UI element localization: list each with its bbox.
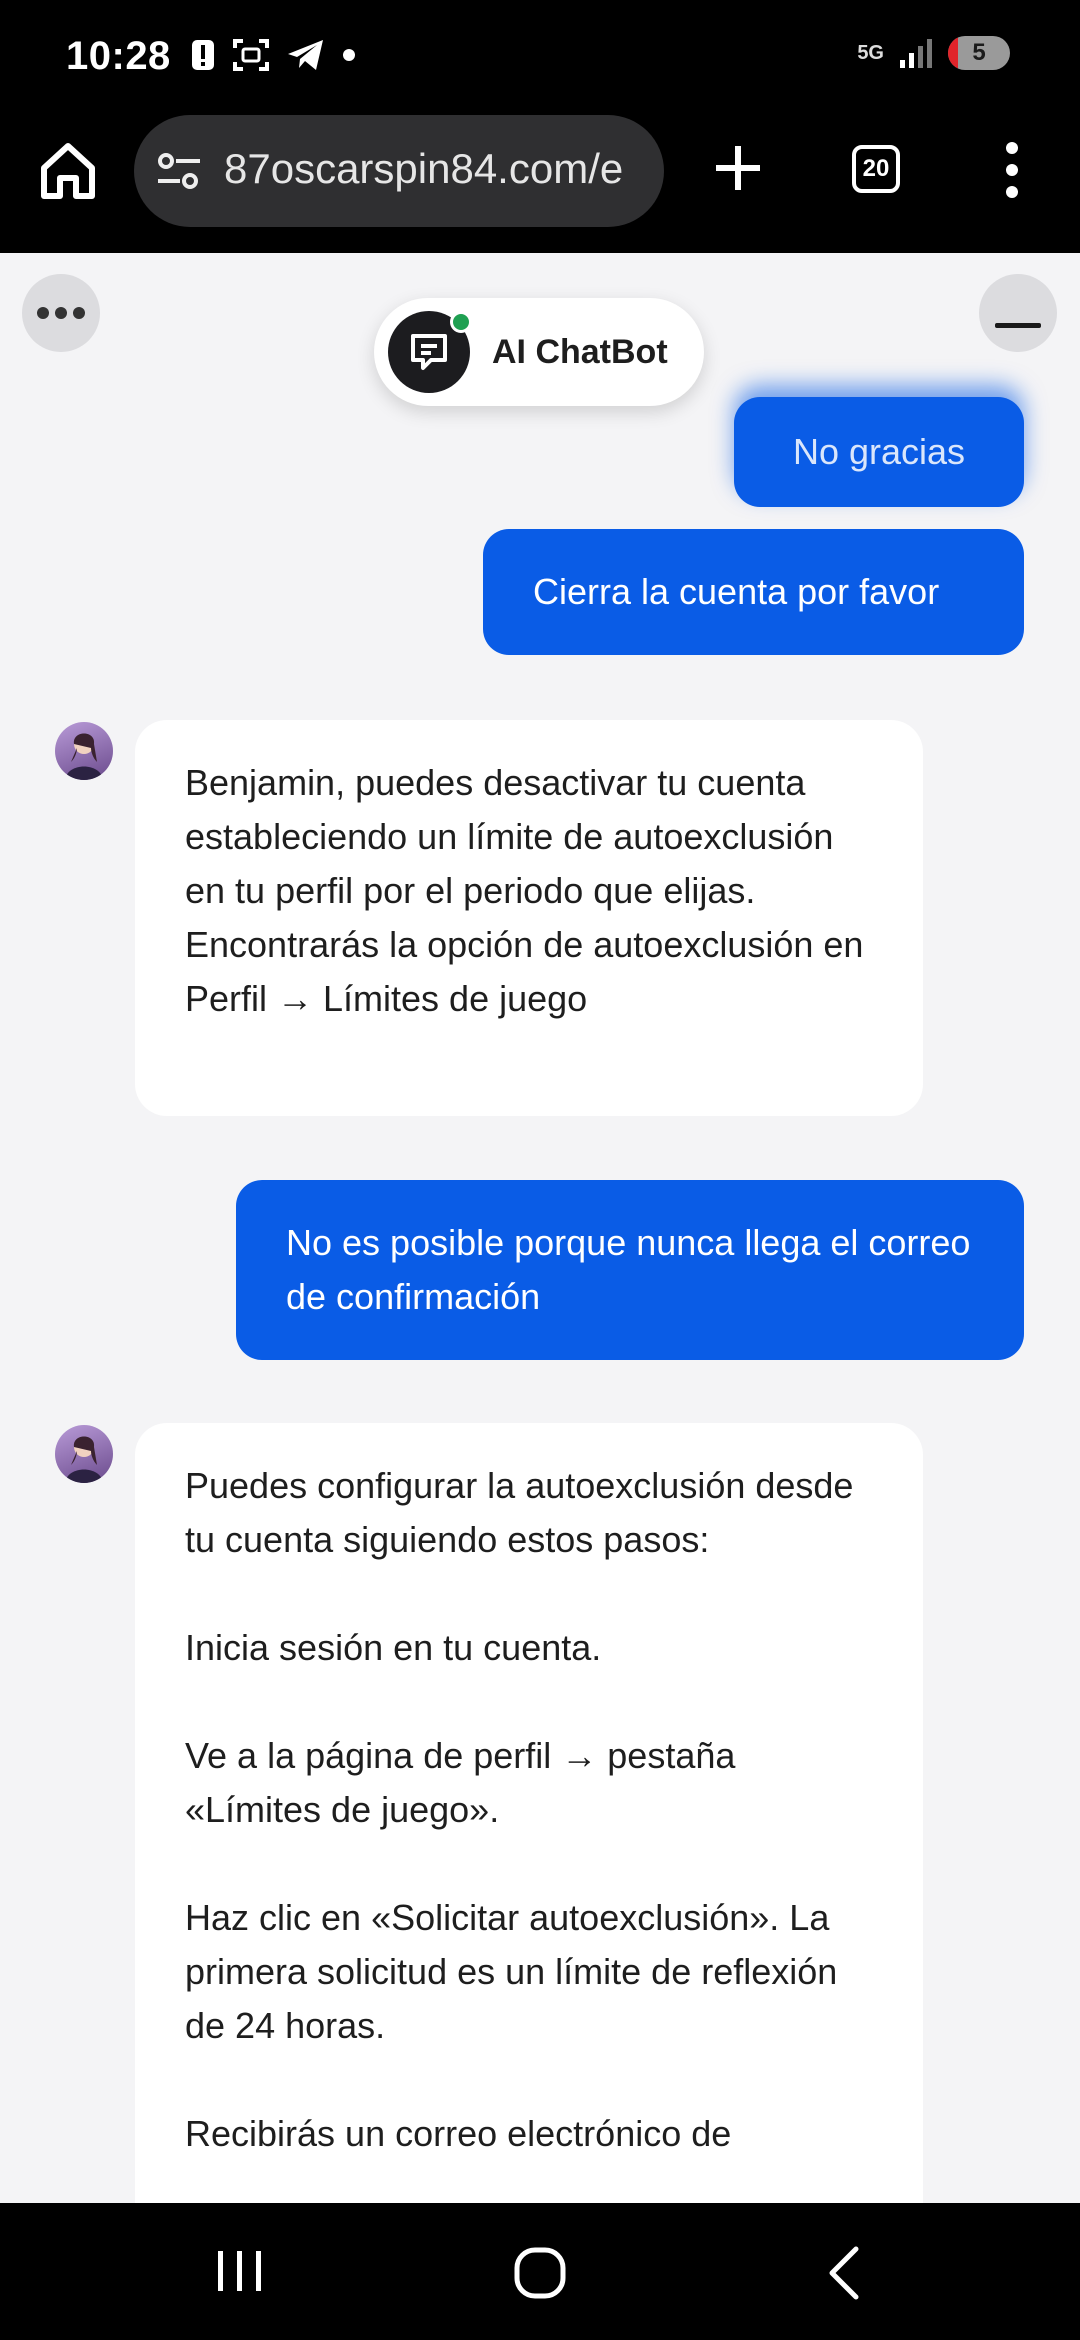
system-nav-bar — [0, 2203, 1080, 2340]
minimize-chat-button[interactable] — [979, 274, 1057, 352]
url-text: 87oscarspin84.com/e — [224, 145, 624, 192]
chat-messages: No gracias Cierra la cuenta por favor Be… — [0, 253, 1080, 2203]
message-text: No es posible porque nunca llega el corr… — [286, 1222, 971, 1317]
online-status-dot — [450, 311, 472, 333]
screenshot-icon — [233, 39, 269, 71]
bot-message: Benjamin, puedes desactivar tu cuenta es… — [135, 720, 923, 1116]
bot-avatar — [55, 722, 113, 780]
minimize-icon — [995, 323, 1041, 328]
home-nav-icon[interactable] — [512, 2245, 568, 2301]
alert-icon — [192, 40, 214, 70]
chat-options-button[interactable] — [22, 274, 100, 352]
signal-icon — [900, 39, 932, 68]
chatbot-title: AI ChatBot — [492, 332, 668, 371]
dot-icon — [343, 49, 355, 61]
notification-icons — [190, 38, 356, 72]
ellipsis-icon — [37, 307, 85, 319]
telegram-icon — [288, 40, 323, 70]
battery-icon: 5 — [948, 36, 1010, 70]
bot-avatar — [55, 1425, 113, 1483]
home-icon[interactable] — [36, 138, 100, 202]
status-time: 10:28 — [66, 34, 171, 78]
status-bar: 10:28 5G 5 — [0, 0, 1080, 118]
chatbot-logo — [388, 311, 472, 393]
back-icon[interactable] — [822, 2245, 866, 2301]
recent-apps-icon[interactable] — [212, 2249, 268, 2293]
chatbot-header: AI ChatBot — [374, 298, 704, 406]
tab-switcher-button[interactable]: 20 — [852, 145, 900, 193]
status-right: 5G 5 — [857, 36, 1010, 70]
message-text: No gracias — [792, 431, 966, 472]
url-bar[interactable]: 87oscarspin84.com/e — [134, 115, 664, 227]
user-message: No es posible porque nunca llega el corr… — [236, 1180, 1024, 1360]
message-text: Cierra la cuenta por favor — [533, 571, 940, 612]
site-settings-icon[interactable] — [156, 151, 202, 191]
new-tab-icon[interactable] — [710, 140, 766, 196]
user-message: Cierra la cuenta por favor — [483, 529, 1024, 655]
chat-bubble-icon — [411, 334, 447, 370]
user-message: No gracias — [734, 397, 1024, 507]
more-menu-icon[interactable] — [1000, 140, 1024, 200]
network-label: 5G — [857, 41, 884, 64]
bot-message: Puedes configurar la autoexclusión desde… — [135, 1423, 923, 2203]
